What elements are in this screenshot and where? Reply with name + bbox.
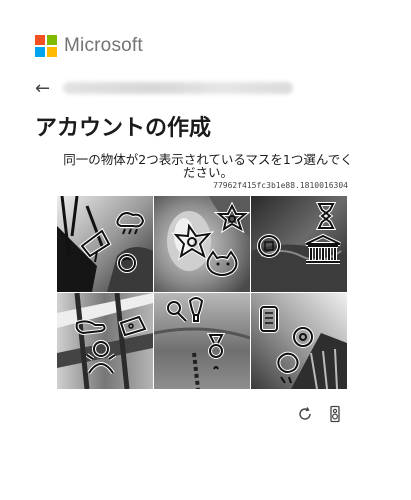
captcha-tile-3[interactable] [251, 196, 347, 292]
captcha-session-id: 77962f415fc3b1e88.1810016304 [213, 181, 348, 190]
captcha-tile-2[interactable] [154, 196, 250, 292]
back-row: ← [35, 76, 305, 100]
back-arrow-icon[interactable]: ← [35, 78, 55, 99]
page-title: アカウントの作成 [35, 116, 212, 141]
captcha-tools [296, 405, 344, 423]
brand-name: Microsoft [64, 35, 143, 56]
microsoft-logo: Microsoft [35, 35, 143, 57]
refresh-icon[interactable] [296, 405, 314, 423]
captcha-tile-5[interactable] [154, 293, 250, 389]
captcha-tile-4[interactable] [57, 293, 153, 389]
captcha-grid [57, 196, 347, 390]
account-identifier [63, 82, 293, 94]
captcha-tile-6[interactable] [251, 293, 347, 389]
captcha-instruction: 同一の物体が2つ表示されているマスを1つ選んでください。 [63, 152, 353, 180]
captcha-tile-1[interactable] [57, 196, 153, 292]
microsoft-squares-icon [35, 35, 57, 57]
audio-icon[interactable] [326, 405, 344, 423]
